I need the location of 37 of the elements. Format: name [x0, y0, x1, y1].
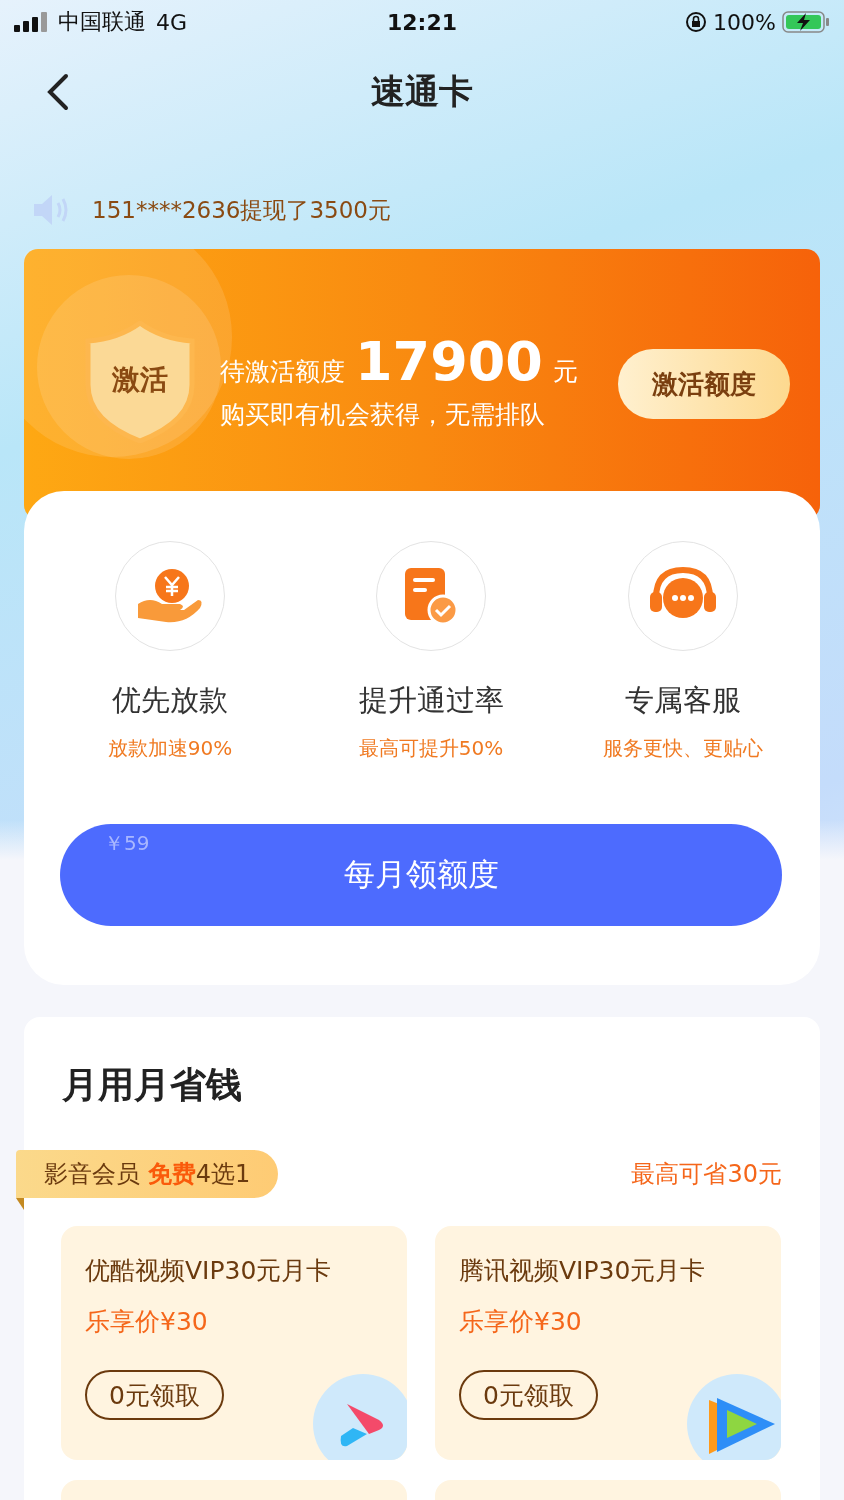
quota-amount: 17900: [355, 334, 543, 390]
carrier-name: 中国联通: [58, 8, 146, 36]
battery-charging-icon: [782, 11, 830, 33]
section-title: 月用月省钱: [62, 1063, 243, 1107]
offer-price: 乐享价¥30: [85, 1306, 209, 1338]
benefit-description: 最高可提升50%: [358, 735, 504, 762]
offer-name: 腾讯视频VIP30元月卡: [459, 1255, 707, 1287]
benefit-title: 优先放款: [112, 682, 228, 719]
monthly-quota-button[interactable]: ￥59 每月领额度: [60, 824, 782, 926]
network-type: 4G: [156, 9, 188, 35]
claim-button[interactable]: 0元领取: [85, 1370, 224, 1420]
benefit-description: 服务更快、更贴心: [603, 735, 763, 762]
benefit-title: 提升通过率: [358, 682, 504, 719]
play-logo-icon: [687, 1374, 781, 1460]
document-check-icon: [403, 566, 459, 626]
membership-tag: 影音会员 免费4选1: [16, 1150, 279, 1198]
offer-price: 乐享价¥30: [459, 1306, 583, 1338]
rotation-lock-icon: [685, 11, 708, 33]
signal-icon: [14, 12, 48, 32]
play-logo-icon: [313, 1374, 407, 1460]
ribbon-fold: [16, 1198, 24, 1210]
quota-subtitle: 购买即有机会获得，无需排队: [220, 399, 546, 431]
page-title: 速通卡: [371, 70, 473, 113]
battery-percent: 100%: [713, 9, 776, 35]
status-time: 12:21: [387, 9, 457, 35]
shield-label: 激活: [111, 362, 169, 398]
max-savings: 最高可省30元: [631, 1159, 782, 1190]
quota-unit: 元: [552, 356, 578, 388]
benefit-title: 专属客服: [625, 682, 741, 719]
benefit-description: 放款加速90%: [107, 735, 233, 762]
activate-button[interactable]: 激活额度: [618, 349, 790, 419]
price-label: ￥59: [104, 830, 150, 857]
quota-label: 待激活额度: [220, 356, 345, 388]
withdrawal-notice: 151****2636提现了3500元: [92, 195, 391, 225]
claim-button[interactable]: 0元领取: [459, 1370, 598, 1420]
offer-name: 优酷视频VIP30元月卡: [85, 1255, 333, 1287]
button-label: 每月领额度: [343, 855, 499, 894]
